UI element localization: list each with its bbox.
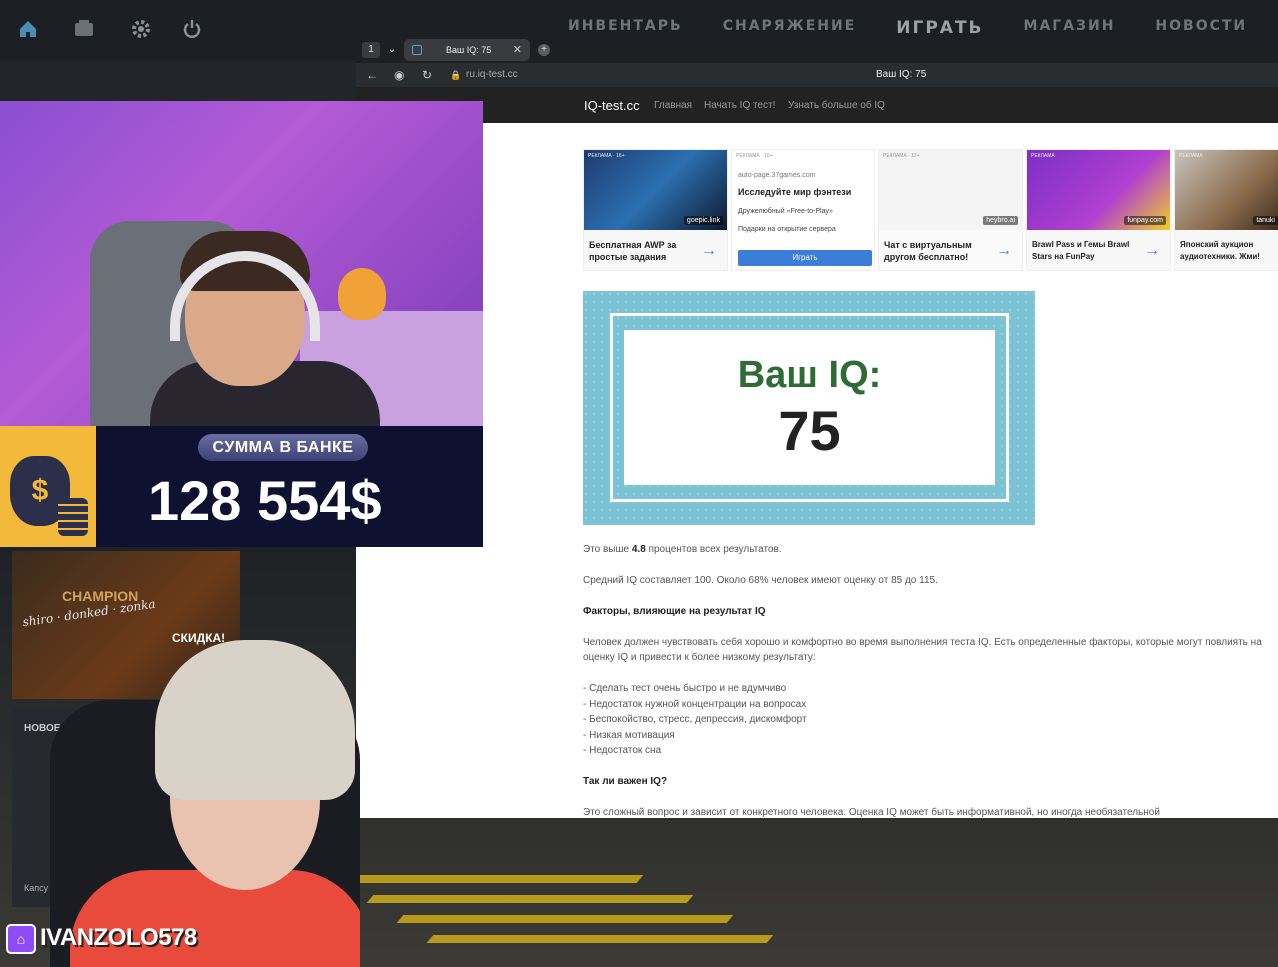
- close-icon[interactable]: ✕: [513, 39, 522, 61]
- reload-icon[interactable]: ↻: [422, 68, 432, 82]
- ad-card[interactable]: РЕКЛАМА · 16+ goepic.link Бесплатная AWP…: [583, 149, 728, 271]
- ad-source: heybro.ai: [983, 216, 1018, 225]
- game-nav: ИНВЕНТАРЬ СНАРЯЖЕНИЕ ИГРАТЬ МАГАЗИН НОВО…: [568, 18, 1247, 38]
- webcam-feed-bottom: [50, 640, 360, 967]
- ad-badge: РЕКЛАМА: [1031, 153, 1055, 159]
- chevron-down-icon[interactable]: ⌄: [383, 42, 401, 58]
- iq-label: Ваш IQ:: [737, 354, 882, 396]
- list-item: - Низкая мотивация: [583, 730, 675, 741]
- bank-label: СУММА В БАНКЕ: [198, 434, 368, 461]
- favicon-icon: [412, 45, 422, 55]
- home-icon[interactable]: [17, 18, 39, 40]
- list-item: - Сделать тест очень быстро и не вдумчив…: [583, 683, 787, 694]
- workspace-icon[interactable]: 1: [362, 42, 380, 58]
- play-button[interactable]: Играть: [738, 250, 872, 266]
- tile-item-label: Капсу: [24, 883, 49, 893]
- ad-caption: Бесплатная AWP за простые задания: [589, 240, 677, 262]
- url-field[interactable]: ru.iq-test.cc: [466, 69, 518, 80]
- ad-line: Дружелюбный «Free-to-Play»: [738, 208, 833, 215]
- ad-card[interactable]: РЕКЛАМА · 16+ auto-page.37games.com Иссл…: [731, 149, 875, 271]
- game-nav-play[interactable]: ИГРАТЬ: [896, 18, 983, 38]
- webcam-feed-top: [0, 101, 483, 426]
- percentile-text: Это выше 4.8 процентов всех результатов.: [583, 544, 782, 555]
- paragraph: оценку IQ и привести к более низкому рез…: [583, 652, 816, 663]
- mouse-cursor-icon: [555, 295, 564, 309]
- list-item: - Беспокойство, стресс, депрессия, диско…: [583, 714, 807, 725]
- streamer-tag: ⌂ IVANZOLO578: [6, 922, 226, 956]
- ad-card[interactable]: РЕКЛАМА funpay.com Brawl Pass и Гемы Bra…: [1026, 149, 1171, 271]
- streamer-name: IVANZOLO578: [40, 924, 197, 951]
- list-item: - Недостаток сна: [583, 745, 662, 756]
- money-bag-icon: $: [0, 426, 96, 547]
- ad-caption: Brawl Pass и Гемы Brawl Stars на FunPay: [1032, 240, 1130, 261]
- ad-badge: РЕКЛАМА · 16+: [736, 153, 773, 159]
- iq-value: 75: [778, 399, 841, 462]
- ad-badge: РЕКЛАМА: [1179, 153, 1203, 159]
- new-tab-button[interactable]: +: [538, 44, 550, 56]
- ad-title: Исследуйте мир фэнтези: [738, 187, 852, 197]
- list-item: - Недостаток нужной концентрации на вопр…: [583, 699, 807, 710]
- game-nav-shop[interactable]: МАГАЗИН: [1024, 18, 1116, 38]
- tab-active[interactable]: Ваш IQ: 75 ✕: [404, 39, 530, 61]
- tab-bar: 1 ⌄ Ваш IQ: 75 ✕ +: [356, 36, 1278, 63]
- nav-link-start-test[interactable]: Начать IQ тест!: [704, 100, 775, 111]
- address-bar: ← ◉ ↻ 🔒 ru.iq-test.cc Ваш IQ: 75: [356, 63, 1278, 87]
- game-nav-news[interactable]: НОВОСТИ: [1155, 18, 1247, 38]
- ad-source: funpay.com: [1124, 216, 1166, 225]
- power-icon[interactable]: [181, 18, 203, 40]
- ad-source: goepic.link: [683, 216, 723, 225]
- paragraph: Это сложный вопрос и зависит от конкретн…: [583, 807, 1160, 818]
- page-title: Ваш IQ: 75: [876, 69, 927, 80]
- ad-line: Подарки на открытие сервера: [738, 226, 836, 233]
- result-inner: Ваш IQ: 75: [624, 330, 995, 485]
- tab-title: Ваш IQ: 75: [446, 45, 492, 55]
- ad-strip: РЕКЛАМА · 16+ goepic.link Бесплатная AWP…: [583, 149, 1278, 271]
- ad-source: tanuki: [1253, 216, 1278, 225]
- arrow-right-icon[interactable]: →: [701, 242, 717, 260]
- ad-caption: Японский аукцион аудиотехники. Жми!: [1180, 240, 1260, 261]
- ad-domain: auto-page.37games.com: [738, 172, 816, 179]
- ad-caption: Чат с виртуальным другом бесплатно!: [884, 240, 972, 262]
- browser-window: 1 ⌄ Ваш IQ: 75 ✕ + ← ◉ ↻ 🔒 ru.iq-test.cc…: [356, 36, 1278, 818]
- iq-result-banner: Ваш IQ: 75: [583, 291, 1035, 525]
- nav-link-home[interactable]: Главная: [654, 100, 692, 111]
- arrow-right-icon[interactable]: →: [1144, 242, 1160, 260]
- bank-overlay: $ СУММА В БАНКЕ 128 554$: [0, 426, 483, 547]
- gear-icon[interactable]: [130, 18, 152, 40]
- section-heading: Факторы, влияющие на результат IQ: [583, 606, 766, 617]
- bank-amount: 128 554$: [148, 469, 382, 532]
- game-nav-inventory[interactable]: ИНВЕНТАРЬ: [568, 18, 683, 38]
- lock-icon: 🔒: [450, 70, 462, 80]
- game-nav-equipment[interactable]: СНАРЯЖЕНИЕ: [723, 18, 857, 38]
- average-text: Средний IQ составляет 100. Около 68% чел…: [583, 575, 938, 586]
- site-brand-link[interactable]: IQ-test.cc: [584, 98, 640, 113]
- ad-card[interactable]: РЕКЛАМА tanuki Японский аукцион аудиотех…: [1174, 149, 1278, 271]
- twitch-icon: ⌂: [6, 924, 36, 954]
- rubber-duck-icon: [338, 268, 386, 320]
- arrow-right-icon[interactable]: →: [996, 242, 1012, 260]
- paragraph: Человек должен чувствовать себя хорошо и…: [583, 637, 1262, 648]
- nav-link-learn-iq[interactable]: Узнать больше об IQ: [788, 100, 885, 111]
- ad-card[interactable]: РЕКЛАМА · 12+ heybro.ai Чат с виртуальны…: [878, 149, 1023, 271]
- ad-badge: РЕКЛАМА · 16+: [588, 153, 625, 159]
- ad-badge: РЕКЛАМА · 12+: [883, 153, 920, 159]
- section-heading: Так ли важен IQ?: [583, 776, 668, 787]
- yandex-icon[interactable]: ◉: [394, 68, 404, 82]
- tv-icon[interactable]: [73, 18, 95, 40]
- site-nav: IQ-test.cc Главная Начать IQ тест! Узнат…: [356, 87, 1278, 123]
- back-icon[interactable]: ←: [366, 68, 378, 82]
- stream-screen: ИНВЕНТАРЬ СНАРЯЖЕНИЕ ИГРАТЬ МАГАЗИН НОВО…: [0, 0, 1278, 967]
